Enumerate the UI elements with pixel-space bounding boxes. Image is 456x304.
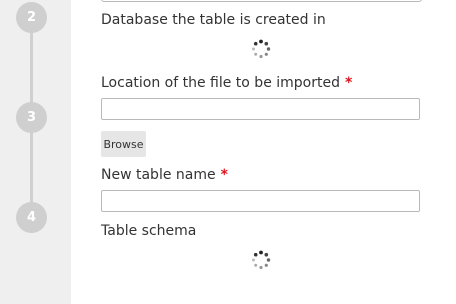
step-indicator: 2 3 4 [0, 0, 71, 304]
step-3-circle: 3 [16, 102, 47, 133]
required-marker: * [220, 167, 228, 183]
loading-spinner-icon [252, 250, 271, 270]
table-name-input[interactable] [101, 190, 420, 212]
table-name-label: New table name * [101, 167, 228, 183]
previous-field[interactable] [101, 0, 422, 2]
file-location-label: Location of the file to be imported * [101, 75, 352, 91]
loading-spinner-icon [252, 39, 271, 59]
required-marker: * [344, 75, 353, 91]
step-2-circle: 2 [16, 2, 47, 33]
file-location-input[interactable] [101, 98, 420, 120]
import-form: Database the table is created in Locatio… [101, 0, 423, 304]
table-schema-label: Table schema [101, 223, 197, 239]
table-name-label-text: New table name [101, 167, 216, 183]
browse-button[interactable]: Browse [101, 131, 146, 157]
file-location-label-text: Location of the file to be imported [101, 75, 340, 91]
step-4-circle: 4 [16, 202, 47, 233]
database-label: Database the table is created in [101, 12, 326, 28]
